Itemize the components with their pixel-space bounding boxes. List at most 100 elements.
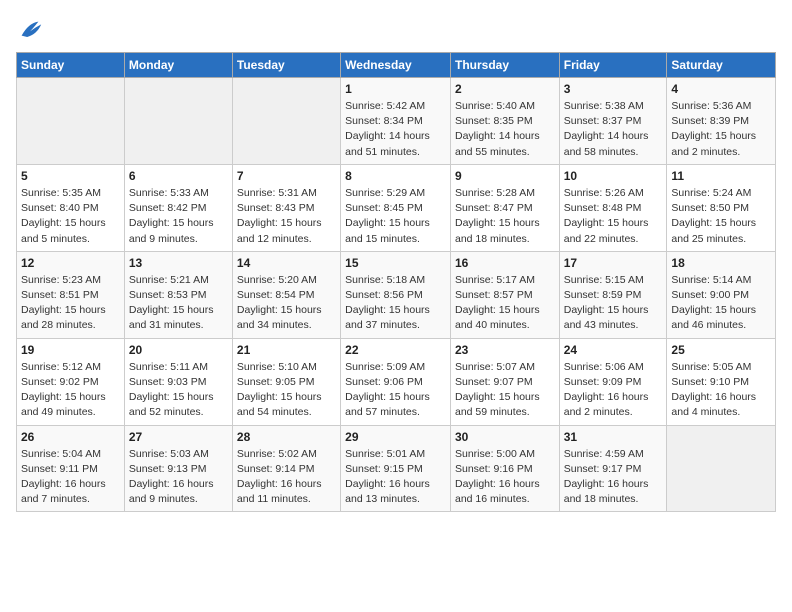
calendar-cell: 6 Sunrise: 5:33 AM Sunset: 8:42 PM Daylig… [124,164,232,251]
day-info: Sunrise: 5:09 AM Sunset: 9:06 PM Dayligh… [345,360,446,421]
calendar-cell: 30Sunrise: 5:00 AM Sunset: 9:16 PM Dayli… [450,425,559,512]
calendar-cell: 4 Sunrise: 5:36 AM Sunset: 8:39 PM Daylig… [667,78,776,165]
calendar-table: SundayMondayTuesdayWednesdayThursdayFrid… [16,52,776,512]
day-number: 27 [129,430,228,444]
day-info: Sunrise: 5:38 AM Sunset: 8:37 PM Dayligh… [564,99,663,160]
calendar-cell: 3 Sunrise: 5:38 AM Sunset: 8:37 PM Daylig… [559,78,667,165]
day-number: 28 [237,430,336,444]
day-number: 9 [455,169,555,183]
day-info: Sunrise: 5:40 AM Sunset: 8:35 PM Dayligh… [455,99,555,160]
calendar-cell: 25 Sunrise: 5:05 AM Sunset: 9:10 PM Dayli… [667,338,776,425]
day-number: 2 [455,82,555,96]
day-info: Sunrise: 5:29 AM Sunset: 8:45 PM Dayligh… [345,186,446,247]
day-number: 20 [129,343,228,357]
day-of-week-header: Tuesday [232,53,340,78]
calendar-cell [232,78,340,165]
day-number: 13 [129,256,228,270]
calendar-week-row: 12 Sunrise: 5:23 AM Sunset: 8:51 PM Dayli… [17,251,776,338]
day-info: Sunrise: 5:01 AM Sunset: 9:15 PM Dayligh… [345,447,446,508]
day-info: Sunrise: 5:00 AM Sunset: 9:16 PM Dayligh… [455,447,555,508]
calendar-cell: 14Sunrise: 5:20 AM Sunset: 8:54 PM Dayli… [232,251,340,338]
calendar-cell: 23 Sunrise: 5:07 AM Sunset: 9:07 PM Dayli… [450,338,559,425]
day-number: 3 [564,82,663,96]
calendar-cell [17,78,125,165]
calendar-cell: 2 Sunrise: 5:40 AM Sunset: 8:35 PM Daylig… [450,78,559,165]
day-of-week-header: Saturday [667,53,776,78]
day-info: Sunrise: 5:15 AM Sunset: 8:59 PM Dayligh… [564,273,663,334]
day-info: Sunrise: 5:10 AM Sunset: 9:05 PM Dayligh… [237,360,336,421]
day-info: Sunrise: 5:17 AM Sunset: 8:57 PM Dayligh… [455,273,555,334]
calendar-cell: 7 Sunrise: 5:31 AM Sunset: 8:43 PM Daylig… [232,164,340,251]
day-number: 23 [455,343,555,357]
day-info: Sunrise: 5:06 AM Sunset: 9:09 PM Dayligh… [564,360,663,421]
calendar-cell: 12 Sunrise: 5:23 AM Sunset: 8:51 PM Dayli… [17,251,125,338]
logo-icon [16,16,44,44]
day-number: 6 [129,169,228,183]
calendar-cell: 28 Sunrise: 5:02 AM Sunset: 9:14 PM Dayli… [232,425,340,512]
day-info: Sunrise: 5:23 AM Sunset: 8:51 PM Dayligh… [21,273,120,334]
day-number: 5 [21,169,120,183]
day-number: 31 [564,430,663,444]
day-info: Sunrise: 5:03 AM Sunset: 9:13 PM Dayligh… [129,447,228,508]
day-info: Sunrise: 4:59 AM Sunset: 9:17 PM Dayligh… [564,447,663,508]
day-info: Sunrise: 5:20 AM Sunset: 8:54 PM Dayligh… [237,273,336,334]
day-number: 1 [345,82,446,96]
calendar-cell: 1 Sunrise: 5:42 AM Sunset: 8:34 PM Daylig… [341,78,451,165]
day-of-week-header: Sunday [17,53,125,78]
calendar-cell: 15 Sunrise: 5:18 AM Sunset: 8:56 PM Dayli… [341,251,451,338]
page-header [16,16,776,44]
calendar-cell: 16 Sunrise: 5:17 AM Sunset: 8:57 PM Dayli… [450,251,559,338]
day-number: 7 [237,169,336,183]
day-number: 25 [671,343,771,357]
calendar-cell: 11Sunrise: 5:24 AM Sunset: 8:50 PM Dayli… [667,164,776,251]
calendar-week-row: 26Sunrise: 5:04 AM Sunset: 9:11 PM Dayli… [17,425,776,512]
day-info: Sunrise: 5:11 AM Sunset: 9:03 PM Dayligh… [129,360,228,421]
calendar-cell: 31 Sunrise: 4:59 AM Sunset: 9:17 PM Dayli… [559,425,667,512]
day-info: Sunrise: 5:02 AM Sunset: 9:14 PM Dayligh… [237,447,336,508]
calendar-cell: 13Sunrise: 5:21 AM Sunset: 8:53 PM Dayli… [124,251,232,338]
calendar-cell: 8 Sunrise: 5:29 AM Sunset: 8:45 PM Daylig… [341,164,451,251]
day-number: 8 [345,169,446,183]
day-of-week-header: Wednesday [341,53,451,78]
calendar-cell: 10 Sunrise: 5:26 AM Sunset: 8:48 PM Dayli… [559,164,667,251]
day-of-week-header: Thursday [450,53,559,78]
day-of-week-header: Friday [559,53,667,78]
day-info: Sunrise: 5:36 AM Sunset: 8:39 PM Dayligh… [671,99,771,160]
day-info: Sunrise: 5:12 AM Sunset: 9:02 PM Dayligh… [21,360,120,421]
calendar-cell [124,78,232,165]
day-info: Sunrise: 5:42 AM Sunset: 8:34 PM Dayligh… [345,99,446,160]
day-info: Sunrise: 5:05 AM Sunset: 9:10 PM Dayligh… [671,360,771,421]
calendar-cell [667,425,776,512]
day-number: 24 [564,343,663,357]
day-number: 17 [564,256,663,270]
day-info: Sunrise: 5:07 AM Sunset: 9:07 PM Dayligh… [455,360,555,421]
calendar-cell: 20 Sunrise: 5:11 AM Sunset: 9:03 PM Dayli… [124,338,232,425]
day-info: Sunrise: 5:14 AM Sunset: 9:00 PM Dayligh… [671,273,771,334]
calendar-cell: 21 Sunrise: 5:10 AM Sunset: 9:05 PM Dayli… [232,338,340,425]
day-number: 21 [237,343,336,357]
day-number: 15 [345,256,446,270]
day-info: Sunrise: 5:18 AM Sunset: 8:56 PM Dayligh… [345,273,446,334]
calendar-cell: 19 Sunrise: 5:12 AM Sunset: 9:02 PM Dayli… [17,338,125,425]
day-number: 16 [455,256,555,270]
day-number: 19 [21,343,120,357]
calendar-cell: 22 Sunrise: 5:09 AM Sunset: 9:06 PM Dayli… [341,338,451,425]
day-info: Sunrise: 5:26 AM Sunset: 8:48 PM Dayligh… [564,186,663,247]
calendar-cell: 5Sunrise: 5:35 AM Sunset: 8:40 PM Daylig… [17,164,125,251]
day-info: Sunrise: 5:33 AM Sunset: 8:42 PM Dayligh… [129,186,228,247]
day-number: 10 [564,169,663,183]
day-number: 18 [671,256,771,270]
day-number: 12 [21,256,120,270]
day-number: 4 [671,82,771,96]
calendar-cell: 29Sunrise: 5:01 AM Sunset: 9:15 PM Dayli… [341,425,451,512]
calendar-header-row: SundayMondayTuesdayWednesdayThursdayFrid… [17,53,776,78]
calendar-cell: 27 Sunrise: 5:03 AM Sunset: 9:13 PM Dayli… [124,425,232,512]
day-info: Sunrise: 5:28 AM Sunset: 8:47 PM Dayligh… [455,186,555,247]
day-info: Sunrise: 5:31 AM Sunset: 8:43 PM Dayligh… [237,186,336,247]
logo [16,16,48,44]
day-info: Sunrise: 5:04 AM Sunset: 9:11 PM Dayligh… [21,447,120,508]
day-number: 22 [345,343,446,357]
calendar-cell: 18 Sunrise: 5:14 AM Sunset: 9:00 PM Dayli… [667,251,776,338]
day-of-week-header: Monday [124,53,232,78]
calendar-week-row: 1 Sunrise: 5:42 AM Sunset: 8:34 PM Daylig… [17,78,776,165]
